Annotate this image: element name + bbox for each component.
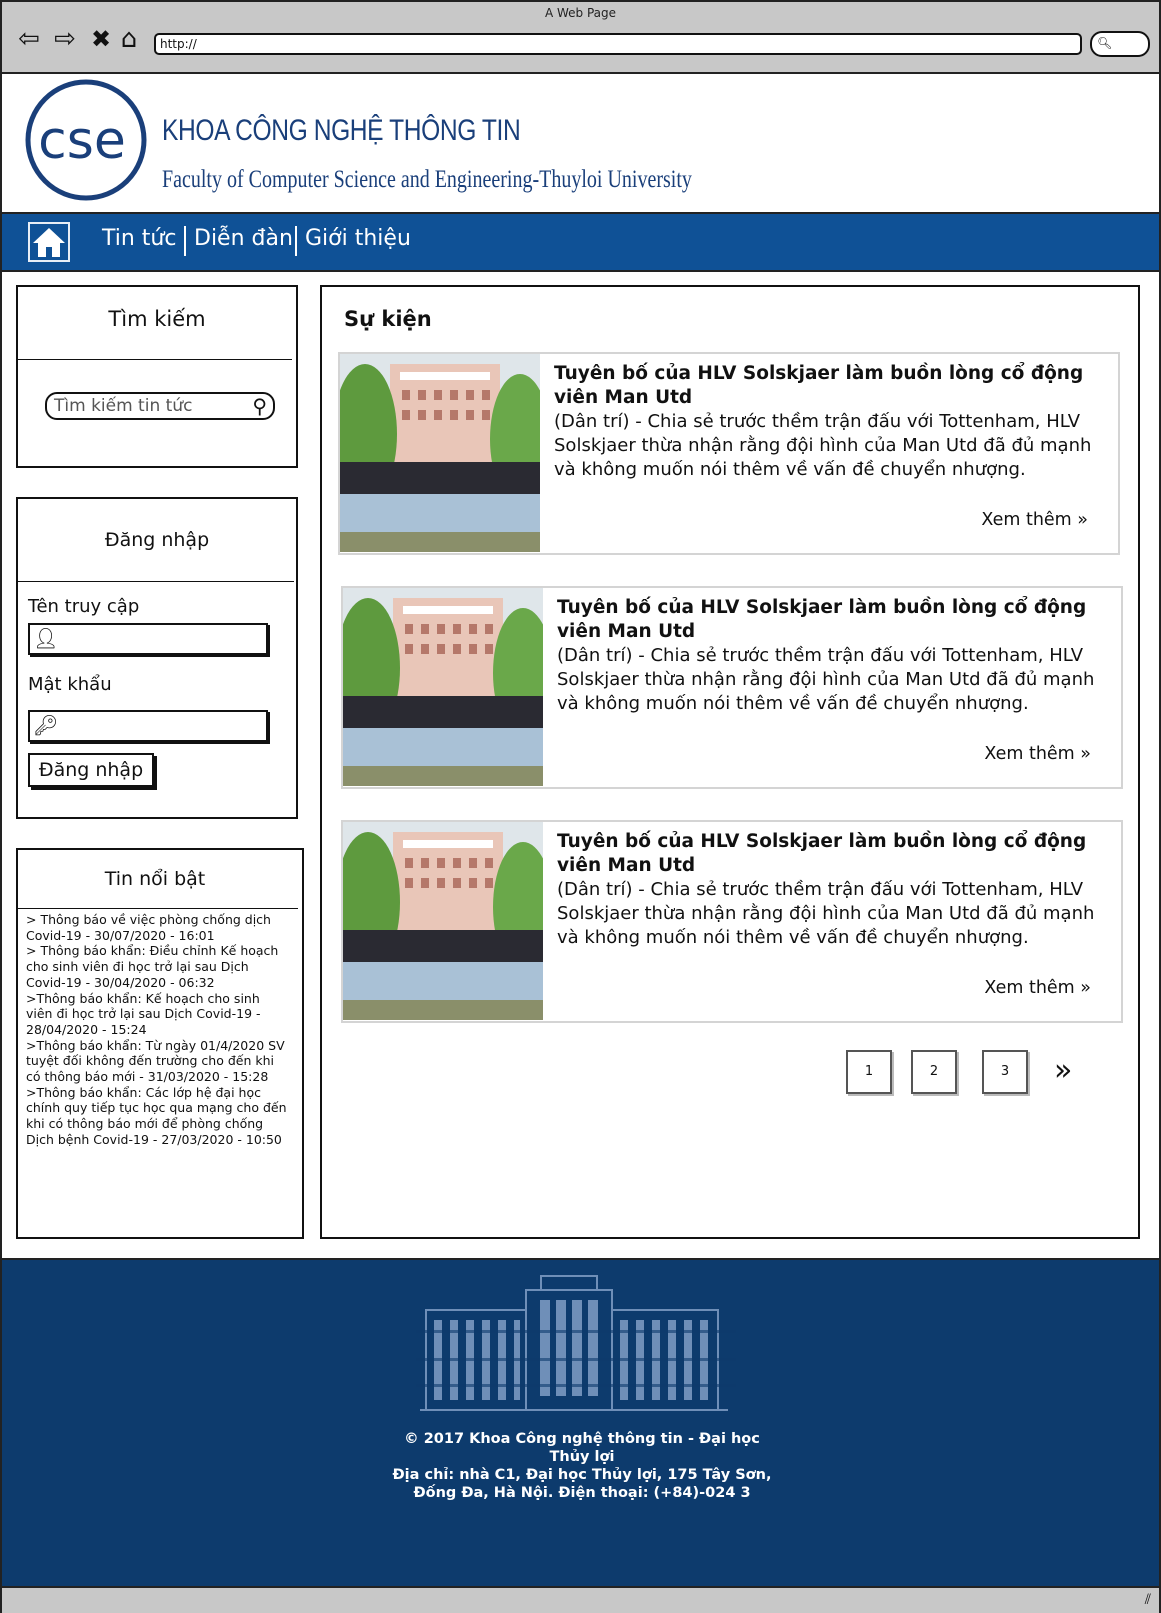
site-header: cse KHOA CÔNG NGHỆ THÔNG TIN Faculty of … <box>2 74 1159 212</box>
event-image[interactable] <box>343 822 543 1020</box>
address-text: Địa chỉ: nhà C1, Đại học Thủy lợi, 175 T… <box>392 1467 772 1501</box>
event-title[interactable]: Tuyên bố của HLV Solskjaer làm buồn lòng… <box>557 830 1097 878</box>
read-more-link[interactable]: Xem thêm » <box>984 978 1091 998</box>
page-button-3[interactable]: 3 <box>982 1050 1028 1094</box>
divider <box>18 908 298 909</box>
copyright-text: © 2017 Khoa Công nghệ thông tin - Đại họ… <box>404 1431 760 1465</box>
site-subtitle: Faculty of Computer Science and Engineer… <box>162 166 692 193</box>
event-card: Tuyên bố của HLV Solskjaer làm buồn lòng… <box>341 820 1123 1023</box>
events-title: Sự kiện <box>344 307 432 331</box>
window-title: A Web Page <box>544 6 617 20</box>
search-icon[interactable]: ⚲ <box>252 394 267 418</box>
key-icon: 🔑︎ <box>33 713 59 737</box>
event-image[interactable] <box>340 354 540 552</box>
username-label: Tên truy cập <box>28 596 140 617</box>
forward-icon[interactable]: ⇨ <box>50 24 80 54</box>
user-icon: 👤︎ <box>33 626 59 650</box>
read-more-link[interactable]: Xem thêm » <box>984 744 1091 764</box>
featured-news-panel: Tin nổi bật > Thông báo về việc phòng ch… <box>16 848 304 1239</box>
password-label: Mật khẩu <box>28 674 112 695</box>
event-summary: (Dân trí) - Chia sẻ trước thềm trận đấu … <box>557 879 1095 948</box>
event-title[interactable]: Tuyên bố của HLV Solskjaer làm buồn lòng… <box>557 596 1097 644</box>
home-icon[interactable]: ⌂ <box>114 24 144 54</box>
nav-item-forum[interactable]: Diễn đàn <box>194 226 293 251</box>
search-icon: 🔍︎ <box>1097 36 1113 50</box>
event-title[interactable]: Tuyên bố của HLV Solskjaer làm buồn lòng… <box>554 362 1094 410</box>
building-illustration <box>416 1275 736 1411</box>
close-icon[interactable]: ✖ <box>86 24 116 54</box>
news-item[interactable]: > Thông báo khẩn: Điều chỉnh Kế hoạch ch… <box>26 943 288 990</box>
divider <box>18 581 294 582</box>
event-summary: (Dân trí) - Chia sẻ trước thềm trận đấu … <box>557 645 1095 714</box>
cse-logo[interactable]: cse <box>24 78 148 202</box>
news-item[interactable]: > Thông báo về việc phòng chống dịch Cov… <box>26 912 288 943</box>
search-input[interactable]: Tìm kiếm tin tức ⚲ <box>45 392 275 420</box>
nav-item-news[interactable]: Tin tức <box>102 226 176 251</box>
login-panel: Đăng nhập Tên truy cập 👤︎ Mật khẩu 🔑︎ Đă… <box>16 497 298 819</box>
page-button-1[interactable]: 1 <box>846 1050 892 1094</box>
featured-title: Tin nổi bật <box>104 868 206 890</box>
browser-search-field[interactable]: 🔍︎ <box>1090 31 1150 57</box>
browser-toolbar: A Web Page ⇦ ⇨ ✖ ⌂ http:// 🔍︎ <box>2 2 1159 74</box>
event-summary: (Dân trí) - Chia sẻ trước thềm trận đấu … <box>554 411 1092 480</box>
news-item[interactable]: >Thông báo khẩn: Các lớp hệ đại học chín… <box>26 1085 288 1148</box>
svg-text:cse: cse <box>38 111 126 171</box>
login-panel-title: Đăng nhập <box>104 529 210 551</box>
footer-info: © 2017 Khoa Công nghệ thông tin - Đại họ… <box>382 1430 782 1502</box>
resize-handle-icon[interactable]: ⫽ <box>1145 1592 1151 1608</box>
read-more-link[interactable]: Xem thêm » <box>981 510 1088 530</box>
event-card: Tuyên bố của HLV Solskjaer làm buồn lòng… <box>338 352 1120 555</box>
password-field[interactable]: 🔑︎ <box>28 710 268 742</box>
nav-divider <box>184 226 186 256</box>
nav-home-button[interactable] <box>28 222 70 262</box>
divider <box>18 359 292 360</box>
search-placeholder: Tìm kiếm tin tức <box>54 396 193 416</box>
news-item[interactable]: >Thông báo khẩn: Kế hoạch cho sinh viên … <box>26 991 288 1038</box>
next-page-icon[interactable]: » <box>1054 1056 1072 1086</box>
home-icon <box>33 228 65 257</box>
site-title: KHOA CÔNG NGHỆ THÔNG TIN <box>162 114 521 147</box>
search-panel-title: Tìm kiếm <box>108 307 206 331</box>
login-button[interactable]: Đăng nhập <box>28 753 154 787</box>
event-image[interactable] <box>343 588 543 786</box>
url-input[interactable]: http:// <box>154 33 1082 55</box>
username-field[interactable]: 👤︎ <box>28 623 268 655</box>
nav-divider <box>295 226 297 256</box>
nav-item-about[interactable]: Giới thiệu <box>305 226 411 251</box>
page-button-2[interactable]: 2 <box>911 1050 957 1094</box>
browser-status-bar: ⫽ <box>2 1586 1159 1613</box>
news-item[interactable]: >Thông báo khẩn: Từ ngày 01/4/2020 SV tu… <box>26 1038 288 1085</box>
main-nav: Tin tức Diễn đàn Giới thiệu <box>2 212 1159 272</box>
search-panel: Tìm kiếm Tìm kiếm tin tức ⚲ <box>16 285 298 468</box>
back-icon[interactable]: ⇦ <box>14 24 44 54</box>
site-footer: © 2017 Khoa Công nghệ thông tin - Đại họ… <box>2 1258 1159 1588</box>
featured-news-list: > Thông báo về việc phòng chống dịch Cov… <box>26 912 288 1148</box>
event-card: Tuyên bố của HLV Solskjaer làm buồn lòng… <box>341 586 1123 789</box>
